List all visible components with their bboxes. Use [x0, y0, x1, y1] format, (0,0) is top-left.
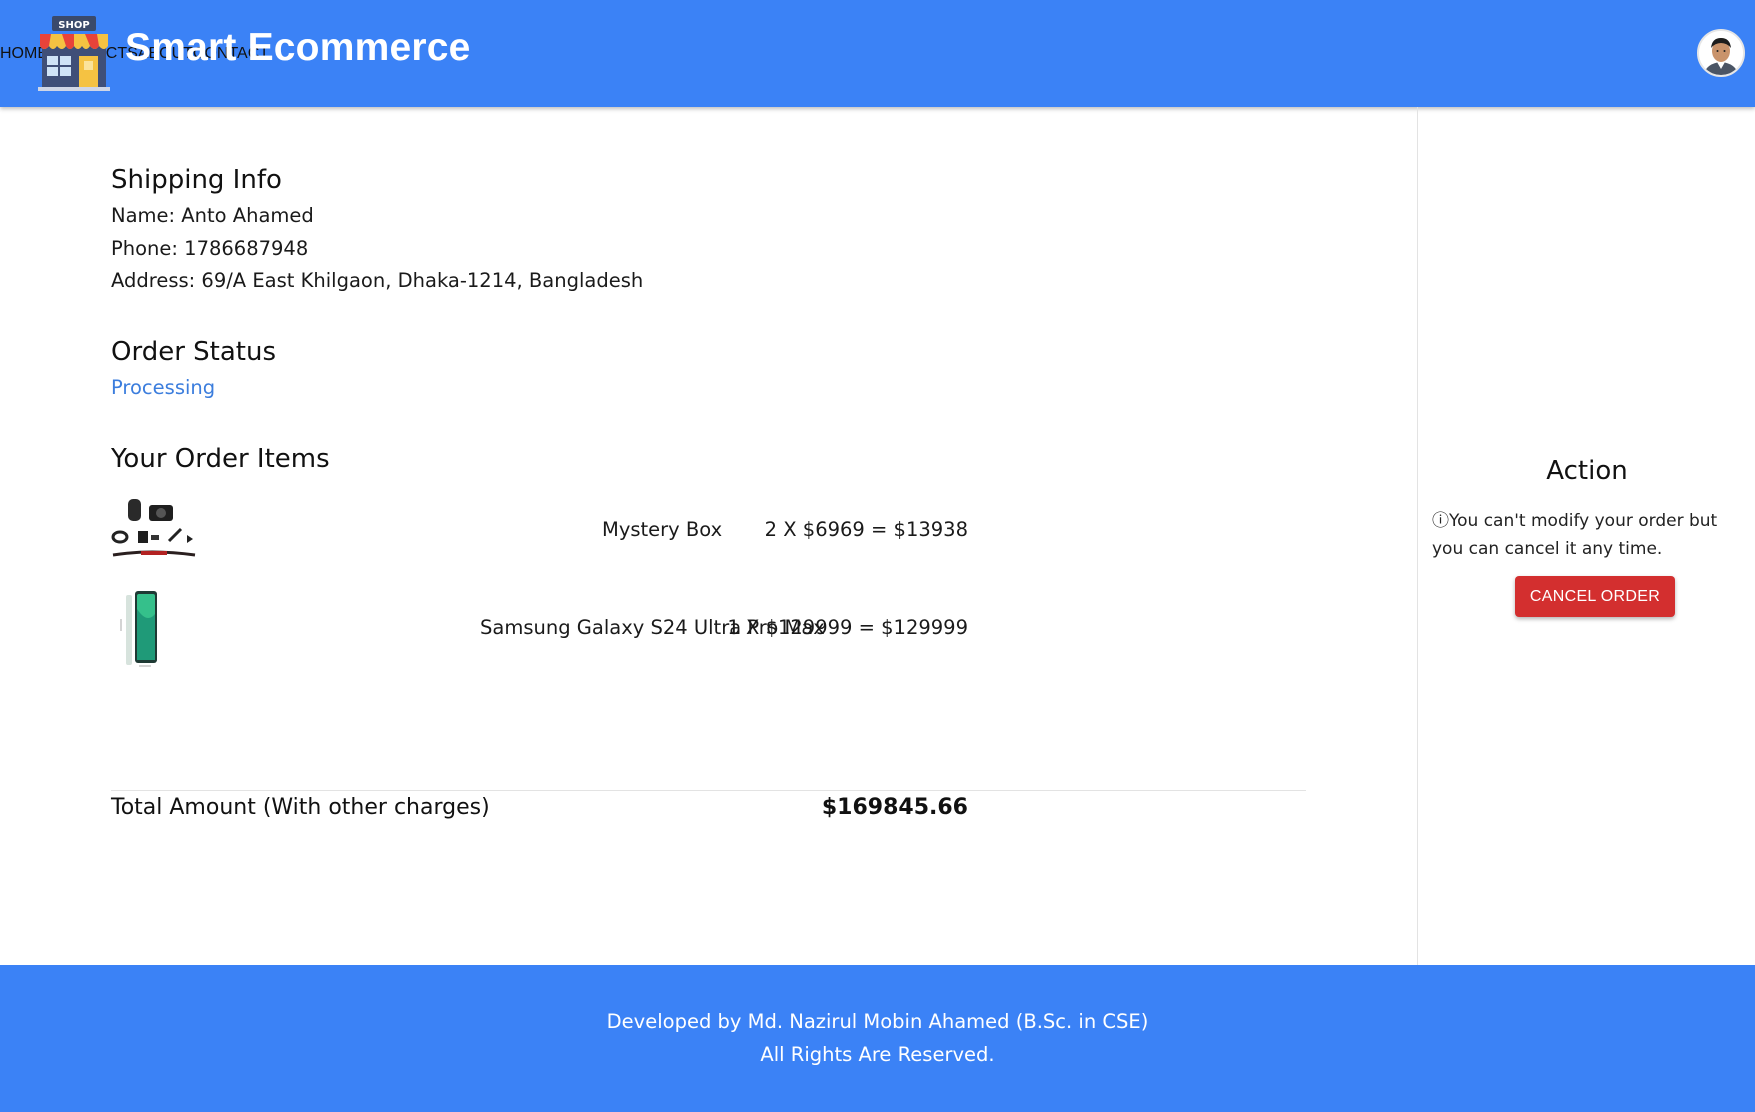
order-item-name: Mystery Box: [602, 518, 723, 541]
shipping-address: Address: 69/A East Khilgaon, Dhaka-1214,…: [111, 269, 644, 292]
brand-title[interactable]: Smart Ecommerce: [125, 26, 471, 70]
mystery-box-product-icon[interactable]: [111, 497, 199, 565]
cancel-order-button[interactable]: CANCEL ORDER: [1515, 576, 1675, 617]
order-status-value: Processing: [111, 376, 216, 399]
top-navbar: SHOP Smart Ecommerce HOME PRODUCTS ABOUT…: [0, 0, 1755, 107]
shipping-name: Name: Anto Ahamed: [111, 204, 314, 227]
user-avatar[interactable]: [1697, 29, 1745, 77]
order-item-price: 1 X $129999 = $129999: [727, 616, 968, 639]
order-details-panel: Shipping Info Name: Anto Ahamed Phone: 1…: [0, 107, 1417, 965]
footer-credit: Developed by Md. Nazirul Mobin Ahamed (B…: [606, 1010, 1149, 1033]
action-panel: Action ⓘYou can't modify your order but …: [1417, 107, 1755, 965]
footer-rights: All Rights Are Reserved.: [760, 1043, 995, 1066]
shop-logo-icon[interactable]: SHOP: [38, 14, 110, 91]
user-portrait-icon: [1699, 31, 1743, 75]
order-item-price: 2 X $6969 = $13938: [764, 518, 968, 541]
order-items-title: Your Order Items: [111, 444, 330, 474]
site-footer: Developed by Md. Nazirul Mobin Ahamed (B…: [0, 965, 1755, 1112]
total-amount-value: $169845.66: [821, 795, 968, 820]
total-divider: [111, 790, 1306, 791]
logo-sign-text: SHOP: [58, 20, 89, 31]
smartphone-product-icon[interactable]: [111, 589, 171, 669]
shipping-info-title: Shipping Info: [111, 165, 282, 195]
shipping-phone: Phone: 1786687948: [111, 237, 309, 260]
total-amount-label: Total Amount (With other charges): [111, 795, 490, 820]
order-status-title: Order Status: [111, 337, 277, 367]
action-title: Action: [1546, 456, 1628, 486]
action-note: ⓘYou can't modify your order but you can…: [1432, 511, 1718, 559]
